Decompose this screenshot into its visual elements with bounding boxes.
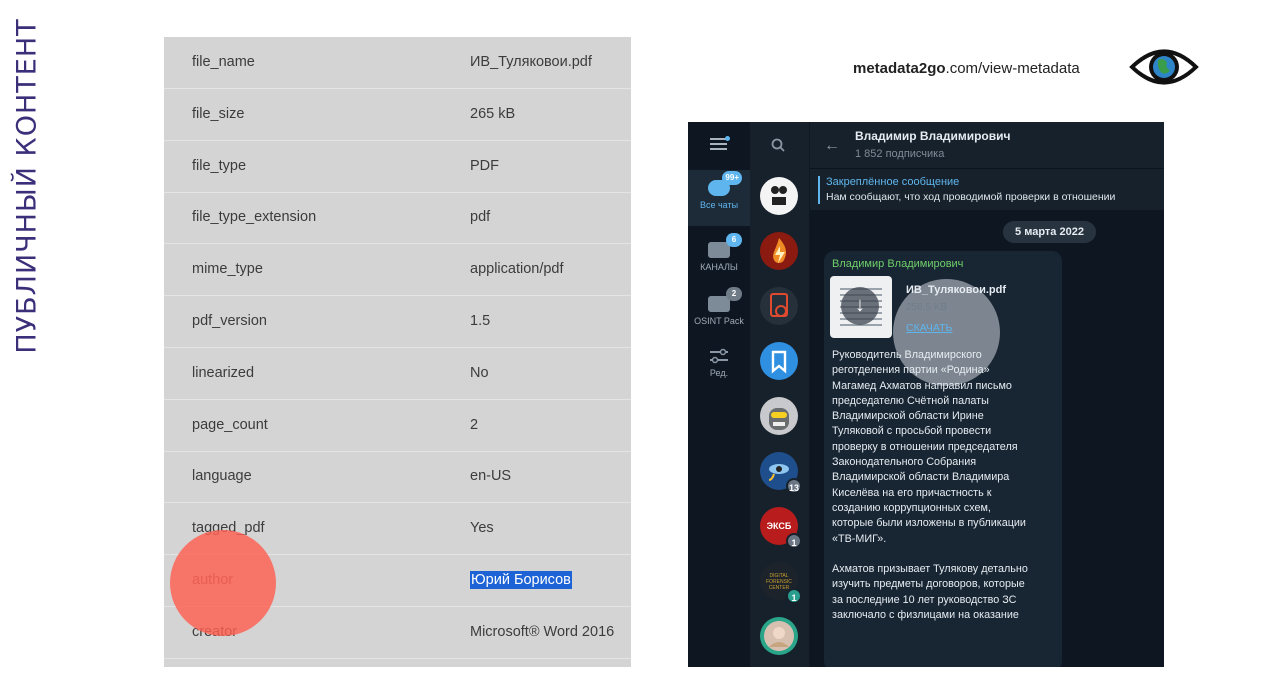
chat-avatar[interactable]: [760, 397, 798, 435]
folder-edit[interactable]: Ред.: [688, 344, 750, 384]
folder-all-chats[interactable]: 99+ Все чаты: [688, 170, 750, 226]
chat-avatar[interactable]: [760, 232, 798, 270]
side-title: ПУБЛИЧНЫЙ КОНТЕНТ: [11, 18, 43, 354]
metadata-value: Yes: [470, 520, 494, 537]
chat-avatar[interactable]: 13: [760, 452, 802, 494]
metadata-key: pdf_version: [192, 313, 267, 329]
message-text: Руководитель Владимирского реготделения …: [832, 349, 1028, 622]
user-photo-icon: [764, 621, 794, 651]
folder-badge: 2: [726, 287, 742, 301]
metadata-value: application/pdf: [470, 261, 564, 278]
robot-icon: [769, 408, 789, 430]
folder-osint-pack[interactable]: 2 OSINT Pack: [688, 287, 750, 334]
subscriber-count: 1 852 подписчика: [855, 148, 945, 160]
pinned-text: Нам сообщают, что ход проводимой проверк…: [826, 191, 1116, 203]
chat-header[interactable]: ← Владимир Владимирович 1 852 подписчика: [810, 122, 1164, 168]
folder-icon: 2: [708, 287, 742, 312]
metadata-key: language: [192, 468, 252, 485]
avatar-text: ЭКСБ: [766, 521, 792, 531]
metadata-value: 265 kB: [470, 105, 516, 122]
metadata-row: file_type PDF: [164, 142, 631, 193]
sliders-icon: [710, 348, 728, 364]
metadata-value: No: [470, 364, 489, 381]
metadata-value: 1.5: [470, 313, 491, 329]
pinned-bar: [818, 176, 820, 204]
channel-title: Владимир Владимирович: [855, 129, 1011, 143]
metadata-key: file_type: [192, 157, 247, 174]
unread-badge: 13: [786, 478, 802, 494]
metadata-row: page_count 2: [164, 401, 631, 452]
download-icon[interactable]: ↓: [841, 287, 879, 325]
notification-dot: [725, 136, 730, 141]
folder-label: OSINT Pack: [694, 316, 744, 326]
file-size: 256.5 KB: [906, 302, 948, 313]
chat-view: ← Владимир Владимирович 1 852 подписчика…: [810, 122, 1164, 667]
download-link[interactable]: СКАЧАТЬ: [906, 322, 952, 334]
stamp-logo-icon: [771, 186, 787, 205]
metadata-value: Microsoft® Word 2016: [470, 623, 615, 640]
folder-badge: 99+: [722, 171, 742, 185]
bookmark-icon: [771, 350, 787, 374]
folder-icon: 6: [708, 233, 742, 258]
folder-badge: 6: [726, 233, 742, 247]
metadata-value: pdf: [470, 209, 491, 226]
chats-icon: 99+: [708, 171, 742, 196]
metadata-row: linearized No: [164, 349, 631, 400]
folder-label: Все чаты: [699, 200, 739, 210]
metadata-value: en-US: [470, 468, 512, 485]
metadata-key: file_size: [192, 105, 245, 122]
chat-avatar[interactable]: [760, 177, 798, 215]
document-search-icon: [770, 293, 788, 317]
metadata-value: 2: [470, 416, 479, 433]
url-path: .com/view-metadata: [945, 60, 1080, 77]
metadata-key: mime_type: [192, 261, 263, 278]
folder-label: КАНАЛЫ: [700, 262, 738, 272]
file-name: ИВ_Туляковои.pdf: [906, 284, 1006, 296]
eye-icon: [1129, 49, 1199, 85]
metadata-key: linearized: [192, 364, 255, 381]
chat-avatar[interactable]: DIGITAL FORENSIC CENTER 1: [760, 562, 802, 604]
unread-badge: 1: [786, 588, 802, 604]
chat-avatar[interactable]: [760, 342, 798, 380]
back-arrow-icon[interactable]: ←: [824, 137, 840, 155]
metadata-value[interactable]: Юрий Борисов: [470, 571, 572, 589]
pinned-label: Закреплённое сообщение: [826, 176, 960, 188]
metadata-row: mime_type application/pdf: [164, 245, 631, 297]
metadata-row: file_name ИВ_Туляковои.pdf: [164, 38, 631, 89]
metadata-row: language en-US: [164, 452, 631, 504]
metadata-key: file_name: [192, 54, 255, 70]
folder-sidebar: 99+ Все чаты 6 КАНАЛЫ 2 OSINT Pack Ред.: [688, 122, 750, 667]
metadata-value: PDF: [470, 157, 499, 174]
metadata-row: file_size 265 kB: [164, 90, 631, 141]
folder-label: Ред.: [709, 368, 729, 378]
metadata-key: page_count: [192, 416, 268, 433]
flame-icon: [773, 238, 787, 263]
folder-channels[interactable]: 6 КАНАЛЫ: [688, 233, 750, 280]
telegram-window: 99+ Все чаты 6 КАНАЛЫ 2 OSINT Pack Ред.: [688, 122, 1164, 667]
pinned-message[interactable]: Закреплённое сообщение Нам сообщают, что…: [810, 168, 1164, 210]
message-bubble: Владимир Владимирович ↓ ИВ_Туляковои.pdf…: [824, 251, 1062, 667]
date-separator: 5 марта 2022: [1003, 221, 1096, 243]
chat-list: 13 ЭКСБ 1 DIGITAL FORENSIC CENTER 1: [750, 122, 810, 667]
url-domain: metadata2go: [853, 60, 946, 77]
chat-avatar[interactable]: ЭКСБ 1: [760, 507, 802, 549]
site-url[interactable]: metadata2go.com/view-metadata: [853, 60, 1080, 77]
search-icon[interactable]: [771, 138, 785, 152]
message-sender: Владимир Владимирович: [832, 258, 964, 270]
metadata-row: file_type_extension pdf: [164, 193, 631, 245]
unread-badge: 1: [786, 533, 802, 549]
avatar-text: DIGITAL FORENSIC CENTER: [766, 573, 792, 591]
chat-avatar[interactable]: [760, 617, 798, 655]
metadata-key: file_type_extension: [192, 209, 317, 226]
metadata-row: pdf_version 1.5: [164, 297, 631, 348]
metadata-value: ИВ_Туляковои.pdf: [470, 54, 592, 70]
chat-avatar[interactable]: [760, 287, 798, 325]
highlight-marker: [170, 530, 276, 636]
